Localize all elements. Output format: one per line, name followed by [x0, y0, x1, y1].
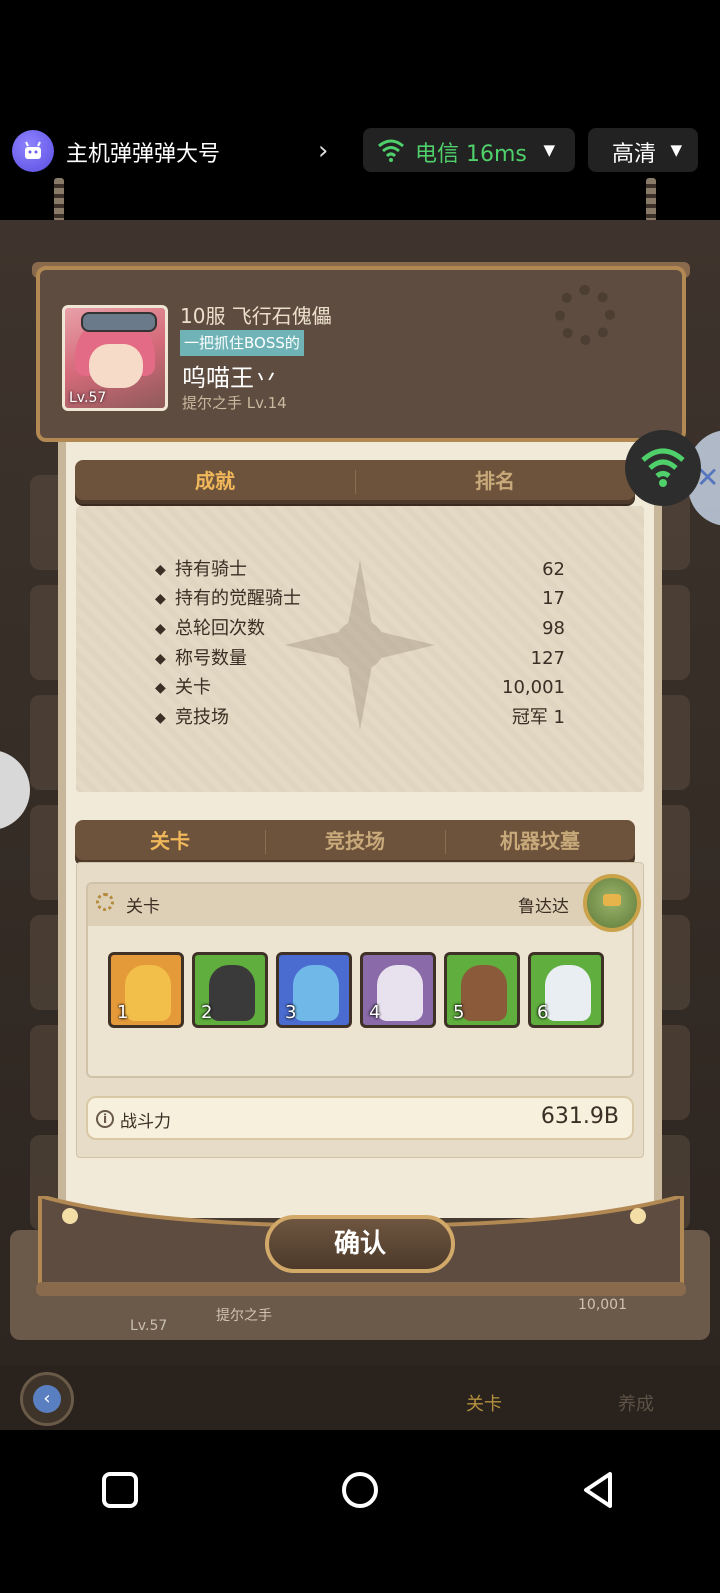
hero-portrait — [461, 965, 507, 1021]
tab-achievement[interactable]: 成就 — [75, 460, 355, 504]
hero-slot-number: 5 — [453, 1002, 465, 1023]
caret-down-icon: ▼ — [670, 141, 682, 159]
stat-row: ◆ 称号数量 127 — [155, 648, 565, 669]
hero-portrait — [293, 965, 339, 1021]
back-arrow-icon: ‹ — [33, 1385, 61, 1413]
hero-portrait — [125, 965, 171, 1021]
stream-topbar — [0, 0, 720, 220]
background-value: 10,001 — [578, 1297, 627, 1313]
hero-portrait — [377, 965, 423, 1021]
background-guild: 提尔之手 — [216, 1308, 272, 1324]
stat-row: ◆ 持有的觉醒骑士 17 — [155, 588, 565, 609]
gear-icon — [96, 893, 114, 911]
android-app-icon[interactable] — [12, 130, 54, 172]
network-selector[interactable]: 电信 16ms ▼ — [363, 128, 575, 172]
wifi-icon — [378, 139, 404, 162]
hero-card[interactable]: 1 — [108, 952, 184, 1028]
mode-tabbar: 关卡 竞技场 机器坟墓 — [75, 820, 635, 864]
stat-row: ◆ 竞技场 冠军 1 — [155, 707, 565, 728]
title-badge: 一把抓住BOSS的 — [180, 330, 304, 356]
avatar-level: Lv.57 — [69, 390, 107, 406]
chain-decoration — [54, 178, 64, 222]
stat-row: ◆ 总轮回次数 98 — [155, 618, 565, 639]
network-label: 电信 16ms — [415, 142, 527, 167]
quality-selector[interactable]: 高清 ▼ — [588, 128, 698, 172]
hero-card[interactable]: 3 — [276, 952, 352, 1028]
server-name: 10服 飞行石傀儡 — [180, 304, 332, 328]
hero-slot-number: 6 — [537, 1002, 549, 1023]
nav-tab-develop[interactable]: 养成 — [618, 1390, 654, 1416]
caret-down-icon: ▼ — [543, 141, 555, 159]
chain-decoration — [646, 178, 656, 222]
hero-slot-number: 3 — [285, 1002, 297, 1023]
info-tabbar: 成就 排名 — [75, 460, 635, 504]
power-label: 战斗力 — [120, 1112, 171, 1132]
boss-name: 鲁达达 — [518, 897, 569, 917]
stat-row: ◆ 持有骑士 62 — [155, 559, 565, 580]
hero-portrait — [545, 965, 591, 1021]
hero-slot-number: 1 — [117, 1002, 129, 1023]
system-nav-bar — [0, 1430, 720, 1593]
wifi-icon — [641, 448, 685, 487]
tab-machine-tomb[interactable]: 机器坟墓 — [445, 820, 635, 864]
info-icon[interactable]: i — [96, 1110, 114, 1128]
guild-info: 提尔之手 Lv.14 — [182, 394, 287, 412]
floating-network-widget[interactable] — [625, 430, 701, 506]
player-avatar: Lv.57 — [62, 305, 168, 411]
recent-apps-icon[interactable] — [100, 1470, 140, 1510]
power-value: 631.9B — [540, 1104, 619, 1129]
stat-row: ◆ 关卡 10,001 — [155, 677, 565, 698]
hero-card[interactable]: 4 — [360, 952, 436, 1028]
quality-label: 高清 — [612, 142, 657, 167]
nav-tab-stage[interactable]: 关卡 — [466, 1390, 502, 1416]
tab-ranking[interactable]: 排名 — [355, 460, 635, 504]
hero-portrait — [209, 965, 255, 1021]
back-button[interactable]: ‹ — [20, 1372, 74, 1426]
tab-arena[interactable]: 竞技场 — [265, 820, 445, 864]
boss-portrait — [583, 874, 641, 932]
background-level: Lv.57 — [130, 1318, 168, 1334]
hero-slot-number: 4 — [369, 1002, 381, 1023]
host-name[interactable]: 主机弹弹弹大号 — [66, 136, 220, 168]
game-bottom-nav — [0, 1365, 720, 1430]
confirm-button[interactable]: 确认 — [265, 1215, 455, 1273]
hero-card[interactable]: 5 — [444, 952, 520, 1028]
back-nav-icon[interactable] — [580, 1470, 620, 1510]
hero-card[interactable]: 6 — [528, 952, 604, 1028]
home-icon[interactable] — [340, 1470, 380, 1510]
chevron-right-icon[interactable]: › — [318, 136, 328, 166]
hero-slot-number: 2 — [201, 1002, 213, 1023]
hero-card[interactable]: 2 — [192, 952, 268, 1028]
tab-stage[interactable]: 关卡 — [75, 820, 265, 864]
gear-decoration — [555, 285, 615, 345]
stage-label: 关卡 — [126, 897, 160, 917]
player-name: 呜喵王丷 — [182, 364, 278, 392]
